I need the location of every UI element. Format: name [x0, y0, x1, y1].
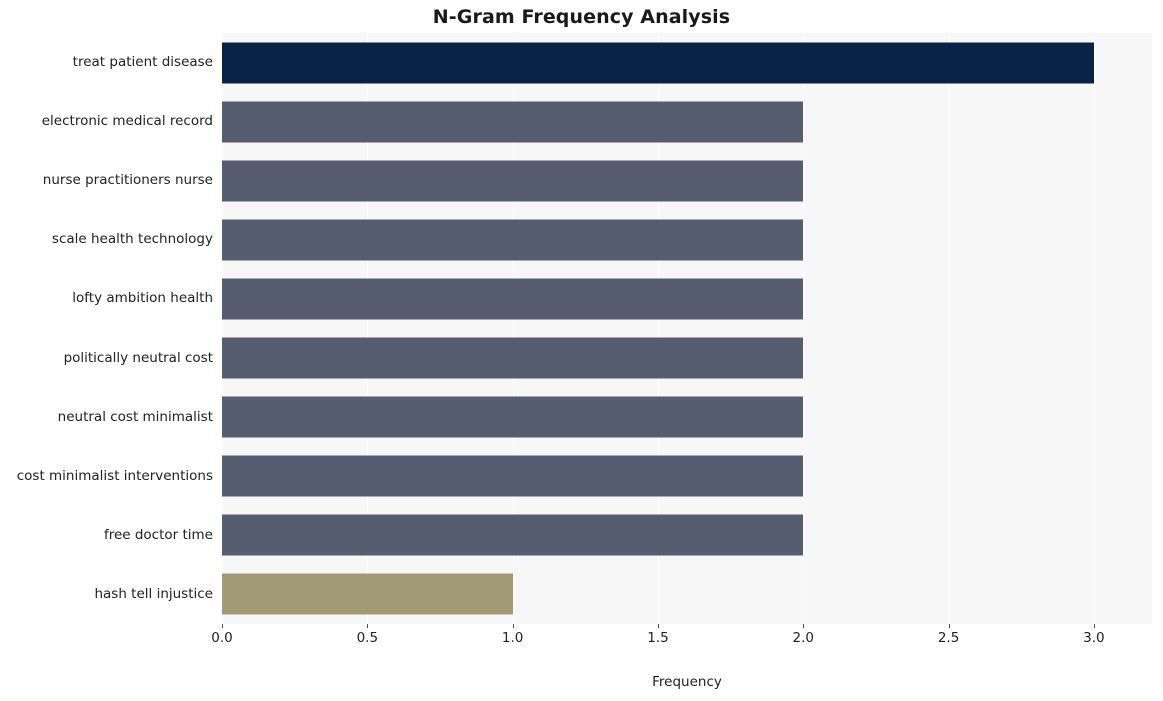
bar[interactable] — [222, 514, 804, 556]
y-axis-labels: treat patient disease electronic medical … — [0, 33, 222, 624]
x-axis-tick-label: 3.0 — [1083, 630, 1105, 646]
bar-row — [222, 388, 1152, 447]
chart-title: N-Gram Frequency Analysis — [432, 6, 731, 28]
x-axis-tick-mark — [803, 624, 805, 628]
bar[interactable] — [222, 455, 804, 497]
bar[interactable] — [222, 573, 513, 615]
y-axis-tick-label: treat patient disease — [72, 54, 213, 70]
bar-row — [222, 506, 1152, 565]
x-axis-tick-mark — [222, 624, 223, 628]
bar-row — [222, 151, 1152, 210]
x-axis-tick-label: 2.5 — [937, 630, 960, 646]
y-axis-tick-label: lofty ambition health — [72, 290, 213, 307]
x-axis-tick-mark — [1093, 624, 1095, 628]
x-axis-ticks: 0.0 0.5 1.0 1.5 2.0 2.5 3.0 — [211, 624, 1152, 648]
bar[interactable] — [222, 337, 804, 379]
x-axis-tick-mark — [948, 624, 950, 628]
y-axis-tick-label: cost minimalist interventions — [16, 467, 213, 484]
bar[interactable] — [222, 396, 804, 438]
y-axis-tick-label: scale health technology — [51, 231, 213, 248]
y-axis-tick-label: hash tell injustice — [94, 585, 213, 602]
y-axis-tick-label: politically neutral cost — [63, 349, 213, 366]
bar-row — [222, 33, 1152, 92]
bar-row — [222, 565, 1152, 624]
y-axis-tick-label: electronic medical record — [41, 113, 213, 130]
y-axis-tick-label: free doctor time — [103, 526, 213, 543]
plot-area — [222, 33, 1152, 624]
bar[interactable] — [222, 219, 804, 261]
bar-row — [222, 210, 1152, 269]
bar[interactable] — [222, 160, 804, 202]
bar-row — [222, 269, 1152, 328]
x-axis-tick-mark — [512, 624, 514, 628]
y-axis-tick-label: neutral cost minimalist — [57, 408, 213, 425]
x-axis-title: Frequency — [652, 674, 722, 690]
bar-row — [222, 447, 1152, 506]
chart-container: N-Gram Frequency Analysis treat patient … — [0, 0, 1163, 701]
x-axis-tick-label: 0.0 — [211, 630, 233, 646]
x-axis-tick-label: 1.0 — [501, 630, 524, 646]
bar-row — [222, 92, 1152, 151]
x-axis-tick-mark — [657, 624, 659, 628]
bar[interactable] — [222, 278, 804, 320]
x-axis-tick-label: 0.5 — [356, 630, 379, 646]
x-axis-tick-label: 1.5 — [647, 630, 669, 646]
x-axis-tick-mark — [367, 624, 369, 628]
y-axis-tick-label: nurse practitioners nurse — [42, 172, 213, 189]
bar-row — [222, 329, 1152, 388]
x-axis-tick-label: 2.0 — [792, 630, 814, 646]
bar[interactable] — [222, 42, 1094, 84]
bar[interactable] — [222, 101, 804, 143]
